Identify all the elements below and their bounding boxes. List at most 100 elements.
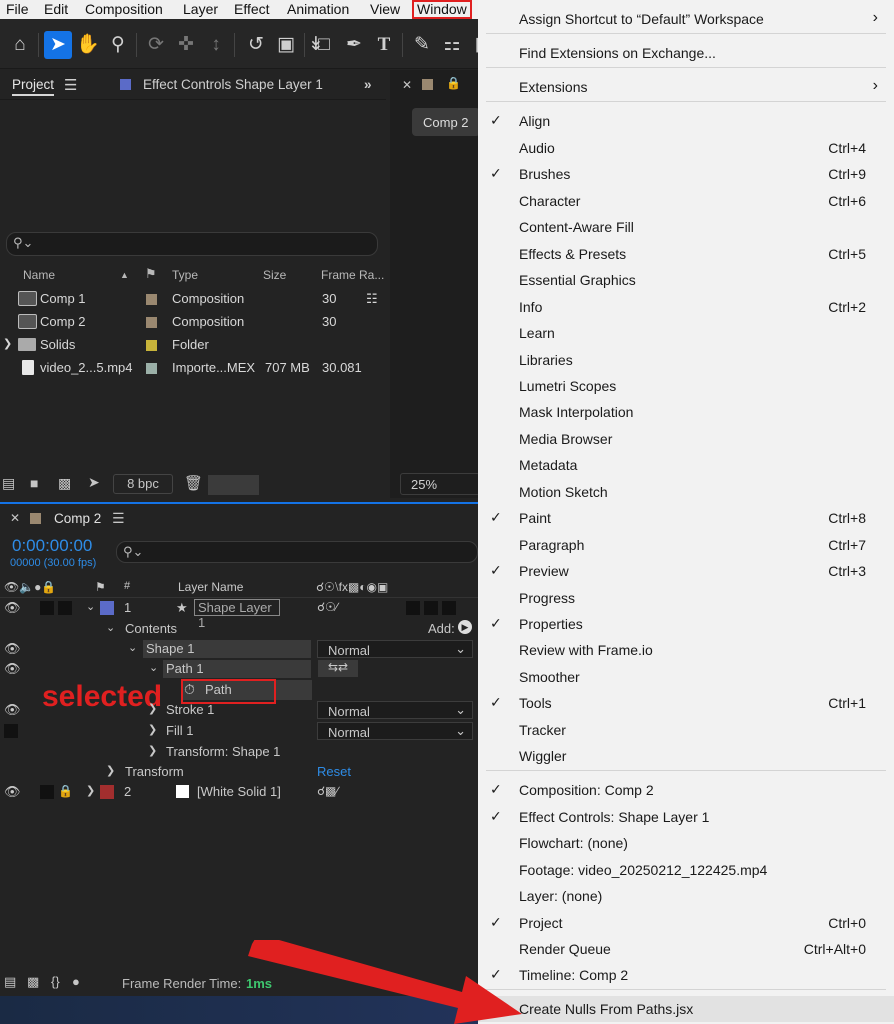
menu-layer[interactable]: Layer	[180, 0, 221, 19]
pan-camera-icon[interactable]: ✜	[172, 31, 200, 59]
menu-item[interactable]: ✓ Tools Ctrl+1	[478, 690, 894, 716]
lock-icon[interactable]: 🔒	[446, 76, 461, 90]
close-icon[interactable]: ✕	[10, 511, 20, 525]
menu-item[interactable]: ✓ Paint Ctrl+8	[478, 505, 894, 531]
shy-switch-icon[interactable]: ☌☉∕	[317, 600, 338, 614]
orbit-camera-icon[interactable]: ⟳	[142, 31, 170, 59]
reset-link[interactable]: Reset	[317, 764, 351, 779]
rectangle-tool-icon[interactable]: □	[310, 31, 338, 59]
render-toggle-icon[interactable]: ▤	[4, 974, 16, 990]
menu-item[interactable]: Footage: video_20250212_122425.mp4	[478, 857, 894, 883]
menu-item[interactable]: Mask Interpolation	[478, 399, 894, 425]
expand-arrow-icon[interactable]: ❯	[148, 723, 157, 736]
menu-file[interactable]: File	[3, 0, 32, 19]
menu-item[interactable]: Media Browser	[478, 426, 894, 452]
menu-item[interactable]: ✓ Properties	[478, 611, 894, 637]
type-tool-icon[interactable]: T	[370, 31, 398, 59]
trash-icon[interactable]: 🗑	[184, 474, 203, 492]
expand-arrow-icon[interactable]: ❯	[148, 744, 157, 757]
eye-icon[interactable]: 👁	[4, 702, 21, 718]
blend-mode-dropdown[interactable]: Normal ⌄	[317, 701, 473, 719]
fill-row[interactable]: ❯ Fill 1 Normal ⌄	[0, 721, 478, 741]
viewer-comp-tab[interactable]: Comp 2	[412, 108, 480, 136]
layer-name-column[interactable]: Layer Name	[178, 580, 243, 594]
label-column-icon[interactable]: ⚑	[145, 266, 157, 282]
menu-item[interactable]: ✓ Align	[478, 108, 894, 134]
contents-row[interactable]: ⌄ Contents Add: ▶	[0, 619, 478, 639]
menu-item[interactable]: Audio Ctrl+4	[478, 135, 894, 161]
braces-icon[interactable]: {}	[51, 974, 60, 989]
eye-icon[interactable]: 👁	[4, 661, 21, 677]
menu-item[interactable]: Content-Aware Fill	[478, 214, 894, 240]
lock-icon[interactable]: 🔒	[58, 784, 73, 798]
panel-menu-icon[interactable]: ☰	[112, 510, 125, 527]
transform-shape-row[interactable]: ❯ Transform: Shape 1	[0, 742, 478, 762]
panel-menu-icon[interactable]: ☰	[64, 76, 77, 94]
collapse-arrow-icon[interactable]: ⌄	[128, 641, 137, 654]
project-item[interactable]: ❯ Solids Folder	[0, 334, 386, 357]
eye-icon[interactable]: 👁	[4, 600, 21, 616]
menu-effect[interactable]: Effect	[231, 0, 273, 19]
expand-arrow-icon[interactable]: ❯	[3, 337, 12, 350]
menu-item[interactable]: Metadata	[478, 452, 894, 478]
menu-item[interactable]: Info Ctrl+2	[478, 294, 894, 320]
tabs-overflow-icon[interactable]: »	[364, 77, 372, 92]
menu-item[interactable]: ✓ Effect Controls: Shape Layer 1	[478, 804, 894, 830]
eye-icon[interactable]: 👁	[4, 784, 21, 800]
collapse-arrow-icon[interactable]: ⌄	[149, 661, 158, 674]
menu-item[interactable]: Layer: (none)	[478, 883, 894, 909]
timeline-search-input[interactable]: ⚲⌄	[116, 541, 478, 563]
zoom-tool-icon[interactable]: ⚲	[104, 31, 132, 59]
menu-item[interactable]: ✓ Preview Ctrl+3	[478, 558, 894, 584]
blend-mode-dropdown[interactable]: Normal ⌄	[317, 640, 473, 658]
pen-tool-icon[interactable]: ✒	[340, 31, 368, 59]
column-frame-rate[interactable]: Frame Ra...	[321, 268, 384, 282]
eye-icon[interactable]: 👁	[4, 641, 21, 657]
collapse-arrow-icon[interactable]: ⌄	[86, 600, 95, 613]
adjust-project-settings-icon[interactable]: ➤	[88, 474, 100, 491]
transform-row[interactable]: ❯ Transform Reset	[0, 762, 478, 782]
menu-item[interactable]: Smoother	[478, 664, 894, 690]
menu-item[interactable]: Learn	[478, 320, 894, 346]
menu-item[interactable]: Character Ctrl+6	[478, 188, 894, 214]
menu-item[interactable]: ✓ Timeline: Comp 2	[478, 962, 894, 988]
layer-row[interactable]: 👁 🔒 ❯ 2 [White Solid 1] ☌▩∕	[0, 782, 478, 802]
home-icon[interactable]: ⌂	[6, 31, 34, 59]
shy-switch-icon[interactable]: ☌▩∕	[317, 784, 338, 798]
menu-item[interactable]: Lumetri Scopes	[478, 373, 894, 399]
layer-label-color[interactable]	[100, 601, 114, 615]
expand-arrow-icon[interactable]: ❯	[106, 764, 115, 777]
tab-effect-controls[interactable]: Effect Controls Shape Layer 1	[143, 77, 323, 92]
brush-tool-icon[interactable]: ✎	[408, 31, 436, 59]
menu-item[interactable]: Extensions ›	[478, 74, 894, 100]
menu-item[interactable]: Assign Shortcut to “Default” Workspace ›	[478, 6, 894, 32]
new-composition-icon[interactable]: ▩	[58, 475, 71, 492]
project-item[interactable]: Comp 2 Composition 30	[0, 311, 386, 334]
shape-group-row[interactable]: 👁 ⌄ Shape 1 Normal ⌄	[0, 639, 478, 659]
stroke-row[interactable]: 👁 ❯ Stroke 1 Normal ⌄	[0, 700, 478, 720]
menu-window[interactable]: Window	[412, 0, 472, 19]
blend-mode-dropdown[interactable]: Normal ⌄	[317, 722, 473, 740]
menu-view[interactable]: View	[367, 0, 403, 19]
project-search-input[interactable]: ⚲⌄	[6, 232, 378, 256]
menu-item[interactable]: Essential Graphics	[478, 267, 894, 293]
sort-up-icon[interactable]: ▲	[120, 270, 129, 280]
path-direction-icon[interactable]: ⇆⇄	[318, 660, 358, 677]
add-play-icon[interactable]: ▶	[458, 620, 472, 634]
rotation-tool-icon[interactable]: ↺	[242, 31, 270, 59]
layer-label-color[interactable]	[100, 785, 114, 799]
menu-item[interactable]: Flowchart: (none)	[478, 830, 894, 856]
menu-item[interactable]: Effects & Presets Ctrl+5	[478, 241, 894, 267]
bit-depth-button[interactable]: 8 bpc	[113, 474, 173, 494]
menu-item[interactable]: Progress	[478, 585, 894, 611]
hand-tool-icon[interactable]: ✋	[74, 31, 102, 59]
current-time-display[interactable]: 0:00:00:00	[12, 536, 92, 556]
menu-item[interactable]: Render Queue Ctrl+Alt+0	[478, 936, 894, 962]
motion-blur-icon[interactable]: ●	[72, 974, 80, 989]
menu-item[interactable]: Wiggler	[478, 743, 894, 769]
flowchart-icon[interactable]: ☷	[366, 291, 378, 307]
project-item[interactable]: Comp 1 Composition 30 ☷	[0, 288, 386, 311]
menu-item[interactable]: ✓ Composition: Comp 2	[478, 777, 894, 803]
project-item[interactable]: video_2...5.mp4 Importe...MEX 707 MB 30.…	[0, 357, 386, 380]
dolly-camera-icon[interactable]: ↕	[202, 31, 230, 59]
